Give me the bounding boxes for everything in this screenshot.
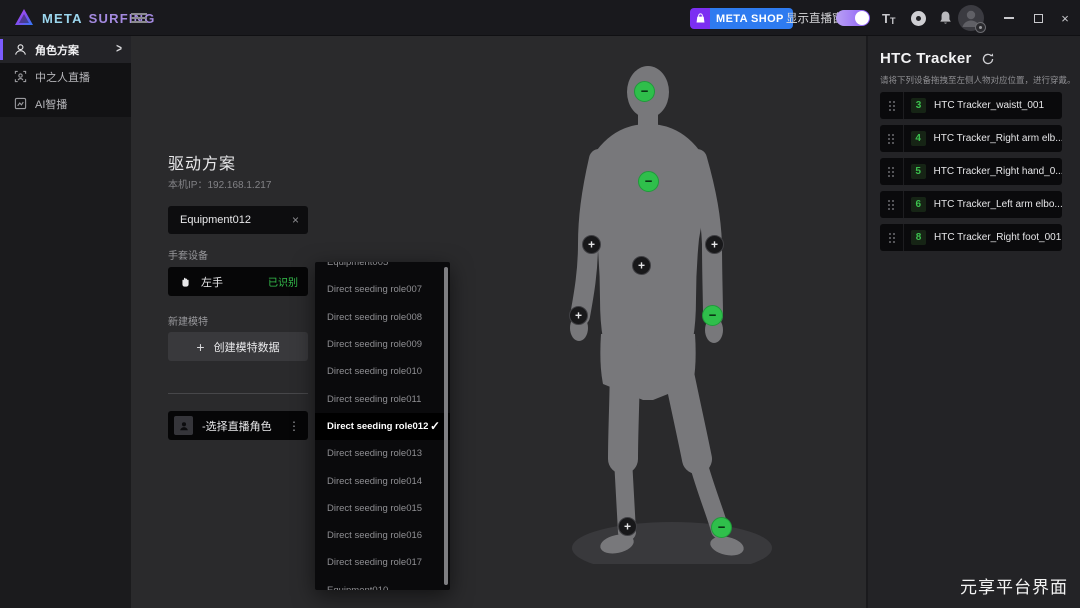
drag-handle-icon[interactable]	[880, 191, 904, 218]
create-model-label: 创建模特数据	[214, 339, 280, 355]
tracker-number-badge: 8	[911, 230, 926, 245]
hand-icon	[179, 275, 191, 288]
sidebar-item-role-plan[interactable]: 角色方案 >	[0, 36, 131, 63]
dropdown-item[interactable]: Direct seeding role008	[315, 304, 450, 331]
glove-status-badge: 已识别	[268, 274, 298, 289]
sidebar-item-label: 角色方案	[35, 42, 79, 58]
meta-shop-label: META SHOP	[710, 8, 793, 29]
dropdown-item-selected[interactable]: Direct seeding role012 ✓	[315, 413, 450, 440]
chevron-right-icon: >	[116, 42, 122, 56]
tracker-name: HTC Tracker_Right arm elb...	[934, 133, 1062, 144]
window-close-button[interactable]: ×	[1051, 0, 1079, 36]
dropdown-item-partial[interactable]: Equipment005	[315, 262, 450, 276]
tracker-marker-left-ankle[interactable]: +	[618, 517, 637, 536]
dropdown-item[interactable]: Direct seeding role014	[315, 467, 450, 494]
role-avatar-icon	[174, 416, 193, 435]
dropdown-item[interactable]: Direct seeding role011	[315, 385, 450, 412]
meta-shop-button[interactable]: META SHOP	[690, 8, 793, 29]
app-window: META SURFING META SHOP 显示直播窗口 TT	[0, 0, 1080, 608]
sidebar	[0, 36, 131, 608]
glove-section-label: 手套设备	[168, 247, 208, 262]
dropdown-item[interactable]: Direct seeding role009	[315, 331, 450, 358]
sidebar-item-ai-live[interactable]: AI智播	[0, 90, 131, 117]
avatar-badge	[975, 22, 986, 33]
notifications-bell-icon[interactable]	[938, 10, 953, 26]
tracker-item[interactable]: 5 HTC Tracker_Right hand_0...	[880, 158, 1062, 185]
tracker-name: HTC Tracker_Left arm elbo...	[934, 199, 1062, 210]
dropdown-item-partial[interactable]: Equipment010	[315, 577, 450, 590]
new-model-label: 新建模特	[168, 313, 208, 328]
tracker-marker-head[interactable]: −	[634, 81, 655, 102]
sidebar-item-label: AI智播	[35, 96, 67, 112]
page-title: 驱动方案	[168, 150, 236, 174]
person-icon	[13, 43, 27, 57]
drag-handle-icon[interactable]	[880, 224, 904, 251]
tracker-number-badge: 6	[911, 197, 926, 212]
dropdown-item[interactable]: Direct seeding role007	[315, 276, 450, 303]
window-maximize-button[interactable]	[1024, 0, 1052, 36]
dropdown-item[interactable]: Direct seeding role010	[315, 358, 450, 385]
sidebar-menu: 角色方案 > 中之人直播 AI智播	[0, 36, 131, 117]
tracker-item[interactable]: 4 HTC Tracker_Right arm elb...	[880, 125, 1062, 152]
refresh-icon[interactable]	[981, 52, 995, 66]
tracker-marker-right-wrist[interactable]: −	[702, 305, 723, 326]
platform-watermark: 元享平台界面	[960, 573, 1068, 598]
tracker-panel-title-row: HTC Tracker	[880, 50, 1068, 67]
drag-handle-icon[interactable]	[880, 158, 904, 185]
brand-meta: META	[42, 11, 83, 26]
record-icon[interactable]	[911, 11, 926, 26]
divider	[168, 393, 308, 394]
equipment-input-box: ×	[168, 206, 308, 234]
htc-tracker-panel: HTC Tracker 请将下列设备拖拽至左侧人物对应位置，进行穿戴。 3 HT…	[866, 36, 1080, 608]
dropdown-item[interactable]: Direct seeding role016	[315, 522, 450, 549]
sidebar-item-avatar-live[interactable]: 中之人直播	[0, 63, 131, 90]
check-icon: ✓	[430, 419, 440, 433]
role-dropdown: Equipment005 Direct seeding role007 Dire…	[315, 262, 450, 590]
tracker-name: HTC Tracker_Right foot_001	[934, 232, 1061, 243]
tracker-marker-right-ankle[interactable]: −	[711, 517, 732, 538]
ai-live-icon	[13, 97, 27, 111]
plus-icon: +	[196, 339, 204, 355]
window-minimize-button[interactable]	[995, 0, 1023, 36]
tracker-number-badge: 4	[911, 131, 926, 146]
tracker-item[interactable]: 6 HTC Tracker_Left arm elbo...	[880, 191, 1062, 218]
hamburger-menu-icon[interactable]	[131, 13, 147, 23]
tracker-item[interactable]: 3 HTC Tracker_waistt_001	[880, 92, 1062, 119]
drag-handle-icon[interactable]	[880, 92, 904, 119]
tracker-item[interactable]: 8 HTC Tracker_Right foot_001	[880, 224, 1062, 251]
face-scan-icon	[13, 70, 27, 84]
clear-input-icon[interactable]: ×	[292, 213, 299, 227]
top-bar: META SURFING META SHOP 显示直播窗口 TT	[0, 0, 1080, 36]
drag-handle-icon[interactable]	[880, 125, 904, 152]
tracker-marker-left-elbow[interactable]: +	[582, 235, 601, 254]
dropdown-scrollbar[interactable]	[444, 267, 448, 585]
show-live-window-toggle[interactable]	[836, 10, 870, 26]
shop-bag-icon	[690, 8, 710, 29]
tracker-number-badge: 5	[911, 164, 926, 179]
glove-device-row[interactable]: 左手 已识别	[168, 267, 308, 296]
glove-hand-label: 左手	[201, 274, 223, 290]
tracker-panel-title: HTC Tracker	[880, 50, 972, 67]
app-logo-icon	[13, 7, 35, 29]
sidebar-item-label: 中之人直播	[35, 69, 90, 85]
create-model-button[interactable]: + 创建模特数据	[168, 332, 308, 361]
more-options-icon[interactable]: ⋮	[288, 419, 300, 433]
tracker-marker-right-elbow[interactable]: +	[705, 235, 724, 254]
tracker-marker-waist[interactable]: +	[632, 256, 651, 275]
equipment-input[interactable]	[168, 214, 273, 226]
user-avatar[interactable]	[958, 5, 984, 31]
role-select[interactable]: -选择直播角色 ⋮	[168, 411, 308, 440]
text-size-icon[interactable]: TT	[882, 0, 895, 36]
dropdown-item[interactable]: Direct seeding role017	[315, 549, 450, 576]
tracker-panel-subtitle: 请将下列设备拖拽至左侧人物对应位置，进行穿戴。	[880, 74, 1068, 86]
dropdown-item[interactable]: Direct seeding role015	[315, 495, 450, 522]
local-ip-label: 本机IP：192.168.1.217	[168, 176, 271, 191]
dropdown-item[interactable]: Direct seeding role013	[315, 440, 450, 467]
tracker-marker-chest[interactable]: −	[638, 171, 659, 192]
tracker-name: HTC Tracker_Right hand_0...	[934, 166, 1062, 177]
tracker-number-badge: 3	[911, 98, 926, 113]
tracker-marker-left-wrist[interactable]: +	[569, 306, 588, 325]
tracker-name: HTC Tracker_waistt_001	[934, 100, 1044, 111]
role-select-value: -选择直播角色	[202, 418, 272, 434]
